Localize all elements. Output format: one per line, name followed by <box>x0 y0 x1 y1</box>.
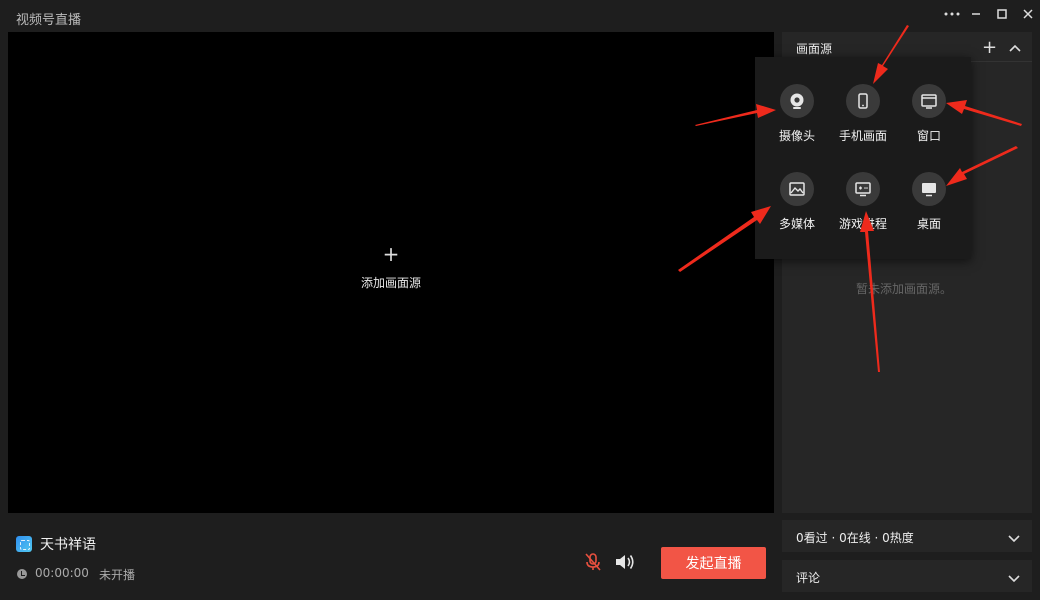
room-name: 天书祥语 <box>40 537 96 553</box>
room-logo-icon <box>16 536 32 552</box>
add-source-icon[interactable]: + <box>982 37 997 58</box>
menu-item-label: 摄像头 <box>778 129 815 143</box>
plus-icon: + <box>382 242 400 266</box>
menu-item-label: 窗口 <box>916 129 941 143</box>
menu-item-phone[interactable]: 手机画面 <box>829 84 897 154</box>
menu-item-label: 手机画面 <box>838 129 887 143</box>
menu-item-label: 多媒体 <box>778 217 815 231</box>
live-status: 未开播 <box>99 568 136 582</box>
stats-dropdown[interactable]: 0看过 · 0在线 · 0热度 <box>782 520 1032 552</box>
menu-item-label: 游戏进程 <box>838 217 887 231</box>
empty-sources-message: 暂未添加画面源。 <box>856 282 953 296</box>
more-icon[interactable] <box>940 4 964 24</box>
menu-item-camera[interactable]: 摄像头 <box>763 84 831 154</box>
camera-icon <box>780 84 814 118</box>
menu-item-game[interactable]: 游戏进程 <box>829 172 897 242</box>
window-icon <box>912 84 946 118</box>
collapse-icon[interactable] <box>1008 40 1022 54</box>
menu-item-label: 桌面 <box>916 217 941 231</box>
phone-icon <box>846 84 880 118</box>
source-type-menu: 摄像头 手机画面 窗口 多媒体 游戏进程 桌面 <box>755 57 971 259</box>
add-source-button[interactable]: + 添加画面源 <box>338 244 444 291</box>
speaker-icon[interactable] <box>614 552 636 572</box>
comments-dropdown[interactable]: 评论 <box>782 560 1032 592</box>
title-bar: 视频号直播 <box>0 0 1040 32</box>
comments-label: 评论 <box>796 571 821 585</box>
add-source-label: 添加画面源 <box>360 276 421 290</box>
preview-canvas[interactable]: + 添加画面源 <box>8 32 774 513</box>
menu-item-desktop[interactable]: 桌面 <box>895 172 963 242</box>
live-duration: 00:00:00 <box>35 566 89 580</box>
game-icon <box>846 172 880 206</box>
minimize-icon[interactable] <box>964 4 988 24</box>
desktop-icon <box>912 172 946 206</box>
menu-item-media[interactable]: 多媒体 <box>763 172 831 242</box>
mic-muted-icon[interactable] <box>584 552 602 572</box>
chevron-down-icon <box>1007 530 1021 543</box>
start-live-button[interactable]: 发起直播 <box>661 547 766 579</box>
image-icon <box>780 172 814 206</box>
app-title: 视频号直播 <box>16 13 82 28</box>
close-icon[interactable] <box>1016 4 1040 24</box>
chevron-down-icon <box>1007 570 1021 583</box>
menu-item-window[interactable]: 窗口 <box>895 84 963 154</box>
source-panel-title: 画面源 <box>796 42 833 56</box>
stats-text: 0看过 · 0在线 · 0热度 <box>796 531 914 545</box>
clock-icon <box>17 569 27 579</box>
maximize-icon[interactable] <box>990 4 1014 24</box>
